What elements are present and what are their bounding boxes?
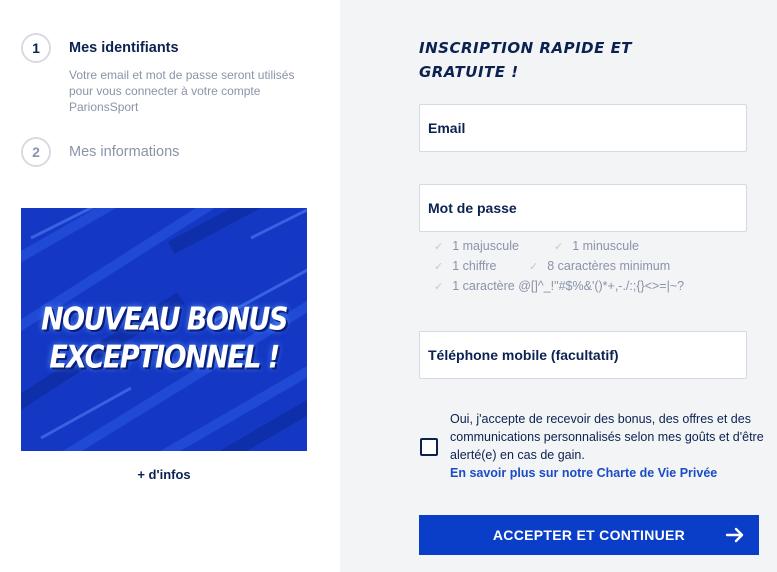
form-title: INSCRIPTION RAPIDE ET GRATUITE ! [419,39,633,81]
check-icon: ✓ [434,281,444,293]
password-rule-digit: ✓ 1 chiffre [434,259,497,273]
banner-headline-line-2: EXCEPTIONNEL ! [49,339,280,376]
check-icon: ✓ [529,261,539,273]
phone-label: Téléphone mobile (facultatif) [428,347,619,363]
registration-form: INSCRIPTION RAPIDE ET GRATUITE ! Email M… [340,0,777,572]
submit-label: ACCEPTER ET CONTINUER [492,527,686,543]
consent-text: Oui, j'accepte de recevoir des bonus, de… [450,412,764,462]
more-info-link[interactable]: + d'infos [21,467,307,482]
consent-checkbox[interactable] [420,438,438,456]
step-2-title: Mes informations [69,144,180,160]
step-1-title: Mes identifiants [69,40,179,56]
step-1-indicator: 1 [21,33,51,63]
password-rule-special: ✓ 1 caractère @[]^_!"#$%&'()*+,-./:;{}<>=… [434,279,685,293]
check-icon: ✓ [434,261,444,273]
password-rule-length: ✓ 8 caractères minimum [529,259,671,273]
email-label: Email [428,120,466,136]
steps-panel: 1 Mes identifiants Votre email et mot de… [0,0,340,572]
bonus-banner[interactable]: NOUVEAU BONUS EXCEPTIONNEL ! [21,208,307,451]
step-1-number: 1 [32,40,40,56]
check-icon: ✓ [434,241,444,253]
banner-headline-line-1: NOUVEAU BONUS [41,301,288,338]
step-2-indicator: 2 [21,137,51,167]
password-field[interactable]: Mot de passe [419,184,747,232]
phone-field[interactable]: Téléphone mobile (facultatif) [419,331,747,379]
password-rule-uppercase: ✓ 1 majuscule [434,239,519,253]
step-2-number: 2 [32,144,40,160]
privacy-policy-link[interactable]: En savoir plus sur notre Charte de Vie P… [450,466,717,480]
arrow-right-icon [725,527,744,543]
password-label: Mot de passe [428,200,517,216]
accept-continue-button[interactable]: ACCEPTER ET CONTINUER [419,515,759,555]
password-rule-lowercase: ✓ 1 minuscule [554,239,639,253]
step-1-description: Votre email et mot de passe seront utili… [69,68,295,114]
email-field[interactable]: Email [419,104,747,152]
check-icon: ✓ [554,241,564,253]
